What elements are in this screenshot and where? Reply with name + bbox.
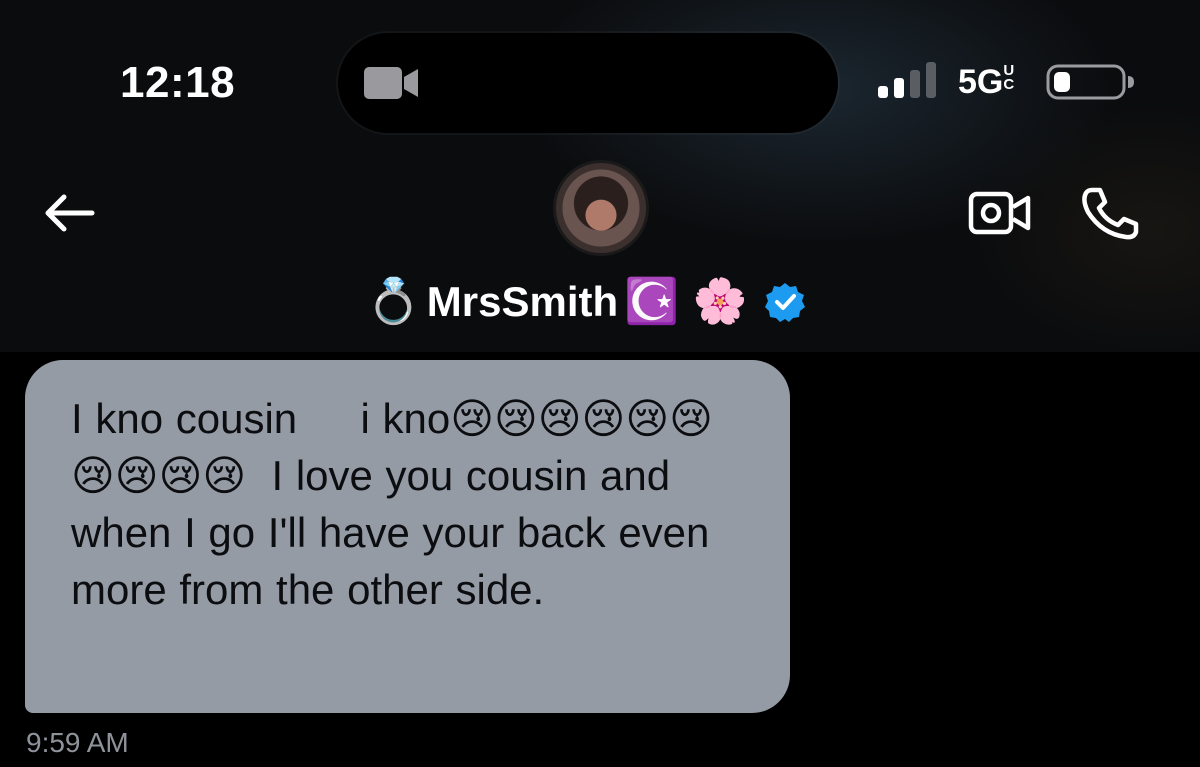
network-suffix: UC bbox=[1003, 62, 1015, 93]
phone-icon[interactable] bbox=[1078, 186, 1140, 240]
network-type: 5G bbox=[958, 63, 1004, 101]
message-bubble[interactable]: I kno cousin i kno😢😢😢😢😢😢😢😢😢😢 I love you … bbox=[25, 360, 790, 713]
arrow-left-icon[interactable] bbox=[38, 188, 98, 238]
contact-avatar[interactable] bbox=[553, 160, 649, 256]
contact-name: MrsSmith bbox=[426, 278, 619, 325]
contact-name-row[interactable]: 💍 MrsSmith ☪️ 🌸 bbox=[366, 270, 806, 334]
status-time: 12:18 bbox=[120, 58, 236, 107]
message-text: I kno cousin i kno😢😢😢😢😢😢😢😢😢😢 I love you … bbox=[71, 395, 723, 613]
verified-badge-icon bbox=[764, 283, 805, 322]
video-camera-icon bbox=[364, 67, 418, 99]
dynamic-island bbox=[338, 33, 838, 133]
video-call-icon[interactable] bbox=[968, 190, 1032, 236]
message-timestamp: 9:59 AM bbox=[26, 727, 129, 758]
name-emojis: ☪️ 🌸 bbox=[624, 276, 748, 327]
dm-conversation-screen: 12:18 5GUC 💍 MrsSmith ☪️ 🌸 I kno cousin … bbox=[0, 0, 1200, 767]
ring-emoji: 💍 bbox=[366, 276, 421, 327]
network-indicator: 5GUC bbox=[958, 62, 1017, 102]
signal-icon bbox=[878, 62, 936, 98]
battery-icon bbox=[1046, 64, 1134, 100]
